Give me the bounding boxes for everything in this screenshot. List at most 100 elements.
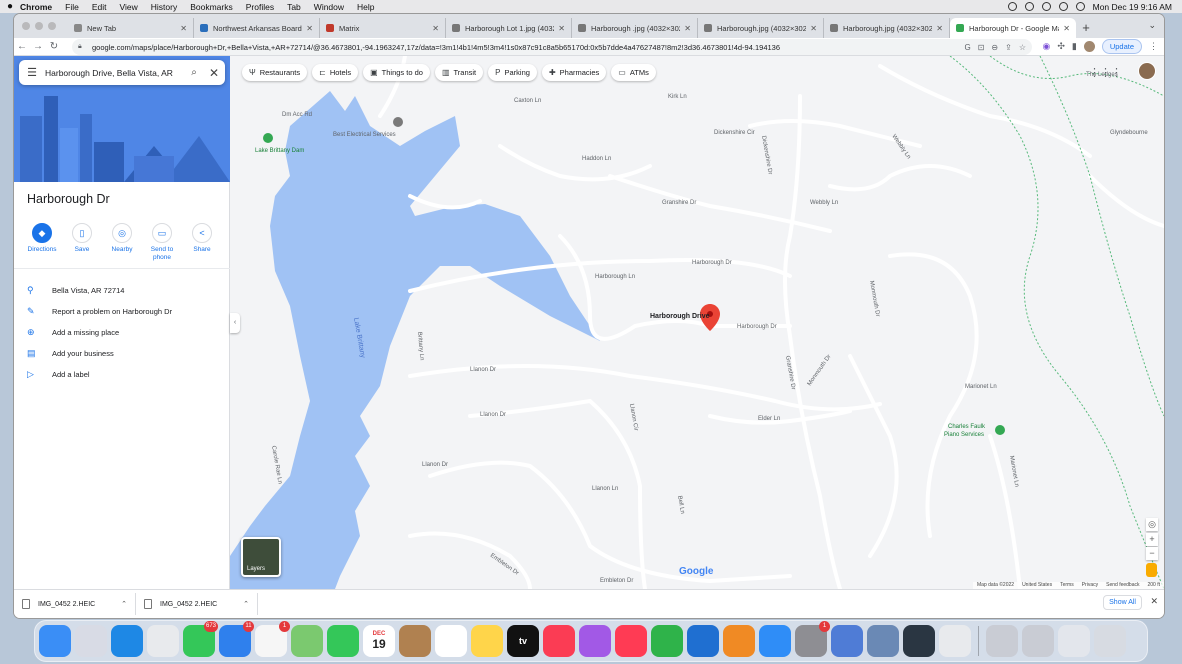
chip-pharmacies[interactable]: ✚ Pharmacies	[541, 64, 607, 81]
street-view-pegman-icon[interactable]	[1146, 563, 1157, 577]
dock-app-store-icon[interactable]	[759, 625, 791, 657]
dock-news-icon[interactable]	[615, 625, 647, 657]
search-input[interactable]: Harborough Drive, Bella Vista, AR	[45, 68, 185, 78]
share-page-icon[interactable]: ⇪	[1005, 43, 1012, 52]
control-center-icon[interactable]	[1075, 2, 1085, 11]
dock-podcasts-icon[interactable]	[579, 625, 611, 657]
bookmark-star-icon[interactable]: ☆	[1019, 43, 1026, 52]
new-tab-button[interactable]: +	[1076, 18, 1096, 38]
profile-avatar[interactable]	[1083, 41, 1095, 52]
dock-mail-icon[interactable]: 11	[219, 621, 254, 657]
directions-button[interactable]: ◆ Directions	[24, 223, 60, 262]
google-apps-icon[interactable]: ⋮⋮⋮	[1089, 66, 1122, 79]
dock-safari-icon[interactable]	[111, 625, 143, 657]
menu-history[interactable]: History	[151, 2, 177, 12]
attribution-item[interactable]: Send feedback	[1106, 582, 1139, 589]
dock-maps-icon[interactable]	[291, 625, 323, 657]
menu-tab[interactable]: Tab	[287, 2, 301, 12]
browser-tab[interactable]: Harborough.jpg (4032×3024) ✕	[698, 18, 824, 38]
info-row[interactable]: ⚲ Bella Vista, AR 72714	[27, 280, 172, 301]
charles-faulk-marker[interactable]	[995, 425, 1005, 435]
download-item[interactable]: IMG_0452 2.HEIC ⌃	[136, 593, 258, 615]
dock-messages-icon[interactable]: 673	[183, 621, 218, 657]
dock-quicktime-icon[interactable]	[903, 625, 935, 657]
google-lens-icon[interactable]: G	[964, 43, 970, 52]
dock-help-icon[interactable]	[986, 625, 1018, 657]
address-bar[interactable]: 🔒︎ google.com/maps/place/Harborough+Dr,+…	[72, 39, 1032, 55]
spotlight-icon[interactable]	[1058, 2, 1068, 11]
back-icon[interactable]: ←	[14, 41, 30, 52]
attribution-item[interactable]: Privacy	[1082, 582, 1098, 589]
map-canvas[interactable]: Harborough Drive Harborough Dr Harboroug…	[230, 56, 1164, 589]
menu-kebab-icon[interactable]: ⋮	[1149, 41, 1158, 52]
tab-close-icon[interactable]: ✕	[684, 24, 691, 33]
tab-close-icon[interactable]: ✕	[1063, 24, 1070, 33]
share-button[interactable]: < Share	[184, 223, 220, 262]
dock-document-icon[interactable]	[1058, 625, 1090, 657]
dock-system-preferences-icon[interactable]: 1	[795, 621, 830, 657]
reload-icon[interactable]: ↻	[46, 41, 62, 52]
attribution-item[interactable]: United States	[1022, 582, 1052, 589]
nearby-button[interactable]: ◎ Nearby	[104, 223, 140, 262]
dock-network-utility-icon[interactable]	[831, 625, 863, 657]
browser-tab[interactable]: Harborough Dr - Google Maps ✕	[950, 18, 1076, 38]
dock-help-icon[interactable]	[1022, 625, 1054, 657]
send-to-phone-button[interactable]: ▭ Send to phone	[144, 223, 180, 262]
dock-trash-icon[interactable]	[1094, 625, 1126, 657]
browser-tab[interactable]: Harborough Lot 1.jpg (4032×3 ✕	[446, 18, 572, 38]
zoom-in-button[interactable]: +	[1146, 533, 1158, 546]
search-icon[interactable]: ⌕	[185, 67, 203, 78]
lake-brittany-dam-marker[interactable]	[263, 133, 273, 143]
dock-preview-icon[interactable]	[867, 625, 899, 657]
dock-pages-icon[interactable]	[723, 625, 755, 657]
dock-photos-icon[interactable]: 1	[255, 621, 290, 657]
dock-keynote-icon[interactable]	[687, 625, 719, 657]
menu-file[interactable]: File	[65, 2, 79, 12]
close-shelf-icon[interactable]: ✕	[1150, 596, 1158, 607]
collapse-panel-button[interactable]: ‹	[230, 313, 240, 333]
tab-close-icon[interactable]: ✕	[558, 24, 565, 33]
side-panel-icon[interactable]: ▮	[1072, 41, 1077, 52]
browser-tab[interactable]: Matrix ✕	[320, 18, 446, 38]
chip-things-to-do[interactable]: ▣ Things to do	[363, 64, 430, 81]
extension-icon[interactable]: ◉	[1042, 41, 1050, 52]
dock-launchpad-icon[interactable]	[75, 625, 107, 657]
minimize-window-button[interactable]	[35, 22, 43, 30]
dock-finder-icon[interactable]	[39, 625, 71, 657]
chip-restaurants[interactable]: Ψ Restaurants	[242, 64, 308, 81]
menubar-clock[interactable]: Mon Dec 19 9:16 AM	[1093, 2, 1172, 12]
dock-chrome-icon[interactable]	[147, 625, 179, 657]
status-icon[interactable]	[1007, 2, 1017, 11]
account-avatar[interactable]	[1138, 62, 1156, 80]
dock-numbers-icon[interactable]	[651, 625, 683, 657]
menu-edit[interactable]: Edit	[92, 2, 107, 12]
chip-hotels[interactable]: ⊏ Hotels	[312, 64, 359, 81]
info-row[interactable]: ✎ Report a problem on Harborough Dr	[27, 301, 172, 322]
tab-close-icon[interactable]: ✕	[432, 24, 439, 33]
info-row[interactable]: ▷ Add a label	[27, 364, 172, 385]
zoom-window-button[interactable]	[48, 22, 56, 30]
chevron-up-icon[interactable]: ⌃	[121, 600, 127, 608]
extensions-puzzle-icon[interactable]: ✣	[1057, 41, 1065, 52]
dock-chrome-apps-icon[interactable]	[939, 625, 971, 657]
hamburger-menu-icon[interactable]: ☰	[19, 66, 45, 79]
tab-close-icon[interactable]: ✕	[180, 24, 187, 33]
chip-atms[interactable]: ▭ ATMs	[611, 64, 656, 81]
browser-tab[interactable]: Harborough .jpg (4032×3024) ✕	[572, 18, 698, 38]
menu-chrome[interactable]: Chrome	[20, 2, 52, 12]
dock-notes-icon[interactable]	[471, 625, 503, 657]
dock-reminders-icon[interactable]	[435, 625, 467, 657]
close-icon[interactable]: ✕	[203, 66, 225, 80]
dock-tv-icon[interactable]: tv	[507, 625, 539, 657]
browser-tab[interactable]: Harborough.jpg (4032×3024) ✕	[824, 18, 950, 38]
url-text[interactable]: google.com/maps/place/Harborough+Dr,+Bel…	[92, 43, 780, 52]
layers-button[interactable]: Layers	[241, 537, 281, 577]
download-item[interactable]: IMG_0452 2.HEIC ⌃	[14, 593, 136, 615]
chip-transit[interactable]: ▥ Transit	[434, 64, 484, 81]
tab-close-icon[interactable]: ✕	[810, 24, 817, 33]
zoom-icon[interactable]: ⊖	[991, 43, 998, 52]
show-all-downloads-button[interactable]: Show All	[1103, 595, 1142, 610]
update-button[interactable]: Update	[1101, 39, 1142, 54]
dock-music-icon[interactable]	[543, 625, 575, 657]
lock-icon[interactable]: 🔒︎	[78, 43, 86, 51]
